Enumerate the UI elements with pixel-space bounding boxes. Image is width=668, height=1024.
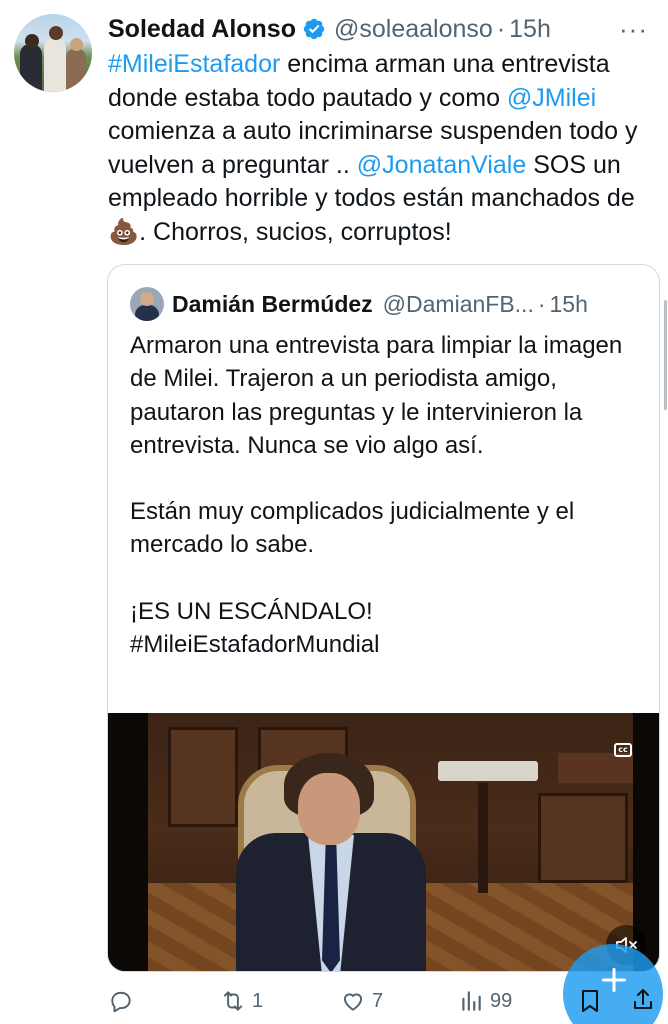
like-icon	[343, 993, 363, 1011]
poop-emoji: 💩	[108, 217, 140, 246]
author-name[interactable]: Soledad Alonso	[108, 15, 296, 44]
retweet-button[interactable]: 1	[220, 986, 263, 1016]
scrollbar[interactable]	[664, 300, 667, 410]
quoted-header-separator: ·	[537, 290, 546, 317]
author-avatar[interactable]	[14, 14, 92, 92]
retweet-count: 1	[252, 989, 264, 1012]
quoted-hashtag[interactable]: #MileiEstafadorMundial	[130, 628, 640, 661]
video-frame-detail	[538, 793, 628, 883]
header-separator: ·	[496, 14, 506, 43]
quoted-paragraph: Armaron una entrevista para limpiar la i…	[130, 332, 623, 459]
quoted-tweet-text: Armaron una entrevista para limpiar la i…	[130, 329, 640, 661]
verified-badge-icon	[303, 18, 325, 40]
video-player[interactable]: cc	[108, 713, 659, 971]
quoted-author-avatar[interactable]	[130, 287, 164, 321]
retweet-icon	[223, 991, 243, 1011]
tweet[interactable]: Soledad Alonso @soleaalonso · 15h ··· #M…	[0, 0, 668, 1024]
tweet-timestamp[interactable]: 15h	[509, 15, 551, 44]
author-handle[interactable]: @soleaalonso	[334, 15, 493, 44]
closed-captions-icon[interactable]: cc	[614, 743, 632, 757]
mention-link[interactable]: @JonatanViale	[357, 151, 526, 179]
compose-plus-icon[interactable]	[600, 966, 628, 994]
video-frame-detail	[438, 761, 538, 781]
mention-link[interactable]: @JMilei	[507, 84, 596, 112]
video-frame-detail	[108, 713, 148, 971]
tweet-text-segment: . Chorros, sucios, corruptos!	[139, 217, 452, 246]
views-button[interactable]: 99	[458, 986, 512, 1016]
video-frame-detail	[478, 783, 488, 893]
tweet-text: #MileiEstafador encima arman una entrevi…	[108, 48, 660, 249]
like-button[interactable]: 7	[340, 986, 383, 1016]
views-icon	[462, 991, 481, 1011]
quoted-paragraph: Están muy complicados judicialmente y el…	[130, 498, 575, 559]
video-frame-detail	[168, 727, 238, 827]
quoted-author-handle[interactable]: @DamianFB...	[383, 291, 534, 318]
views-count: 99	[490, 989, 513, 1012]
more-icon[interactable]: ···	[619, 14, 648, 45]
quoted-paragraph: ¡ES UN ESCÁNDALO!	[130, 597, 373, 625]
tweet-header: Soledad Alonso @soleaalonso · 15h	[108, 12, 551, 46]
quoted-author-name[interactable]: Damián Bermúdez	[172, 291, 373, 318]
quoted-tweet[interactable]: Damián Bermúdez @DamianFB... · 15h Armar…	[107, 264, 660, 972]
bookmark-icon[interactable]	[578, 988, 602, 1014]
reply-icon	[111, 991, 131, 1013]
hashtag-link[interactable]: #MileiEstafador	[108, 50, 280, 78]
like-count: 7	[372, 989, 384, 1012]
reply-button[interactable]	[108, 986, 140, 1016]
quoted-tweet-header: Damián Bermúdez @DamianFB... · 15h	[172, 287, 588, 321]
quoted-tweet-timestamp[interactable]: 15h	[550, 291, 588, 318]
share-icon[interactable]	[631, 986, 655, 1012]
video-frame-detail	[298, 773, 360, 845]
